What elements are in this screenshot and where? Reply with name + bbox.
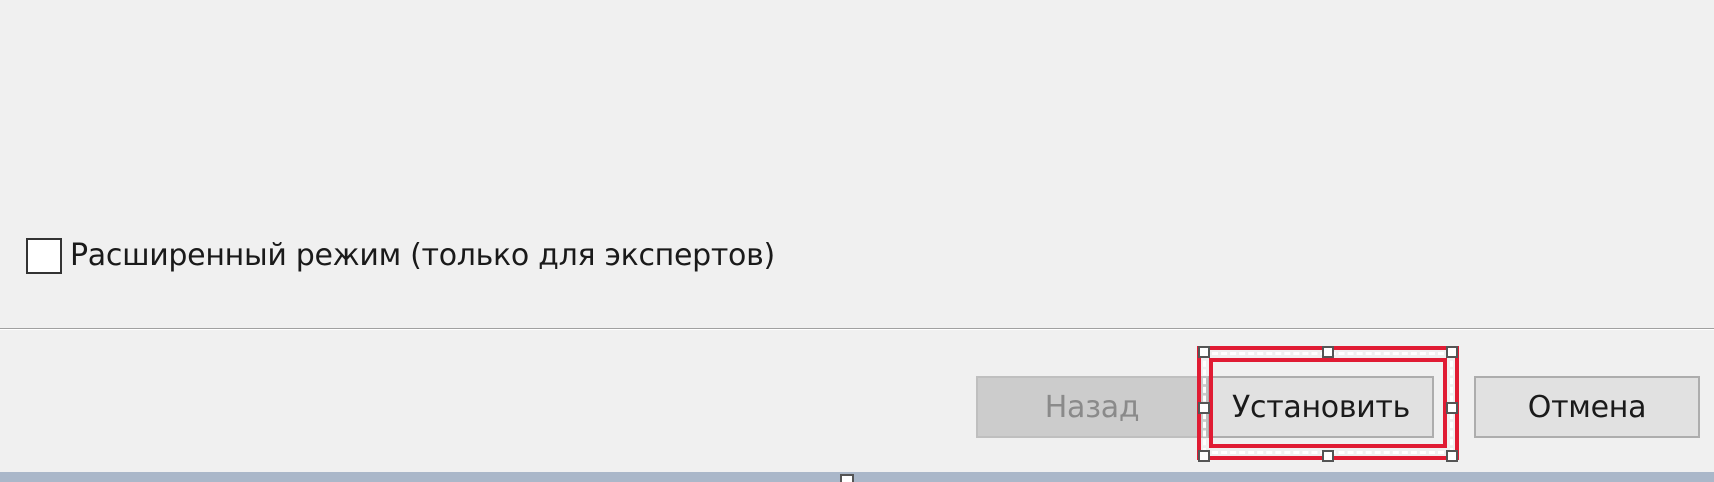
resize-handle-middle-right[interactable] bbox=[1446, 402, 1458, 414]
resize-handle-bottom-left[interactable] bbox=[1198, 450, 1210, 462]
cancel-button[interactable]: Отмена bbox=[1474, 376, 1700, 438]
resize-handle-bottom-right[interactable] bbox=[1446, 450, 1458, 462]
form-resize-handle[interactable] bbox=[840, 474, 854, 482]
dialog-content-area: Расширенный режим (только для экспертов) bbox=[0, 0, 1714, 328]
footer-divider-highlight bbox=[0, 329, 1714, 330]
back-button[interactable]: Назад bbox=[976, 376, 1208, 438]
status-strip bbox=[0, 472, 1714, 482]
install-button[interactable]: Установить bbox=[1208, 376, 1434, 438]
resize-handle-top-center[interactable] bbox=[1322, 346, 1334, 358]
expert-mode-label[interactable]: Расширенный режим (только для экспертов) bbox=[70, 236, 775, 276]
resize-handle-top-right[interactable] bbox=[1446, 346, 1458, 358]
resize-handle-bottom-center[interactable] bbox=[1322, 450, 1334, 462]
resize-handle-middle-left[interactable] bbox=[1198, 402, 1210, 414]
resize-handle-top-left[interactable] bbox=[1198, 346, 1210, 358]
expert-mode-option[interactable]: Расширенный режим (только для экспертов) bbox=[26, 236, 775, 276]
expert-mode-checkbox[interactable] bbox=[26, 238, 62, 274]
